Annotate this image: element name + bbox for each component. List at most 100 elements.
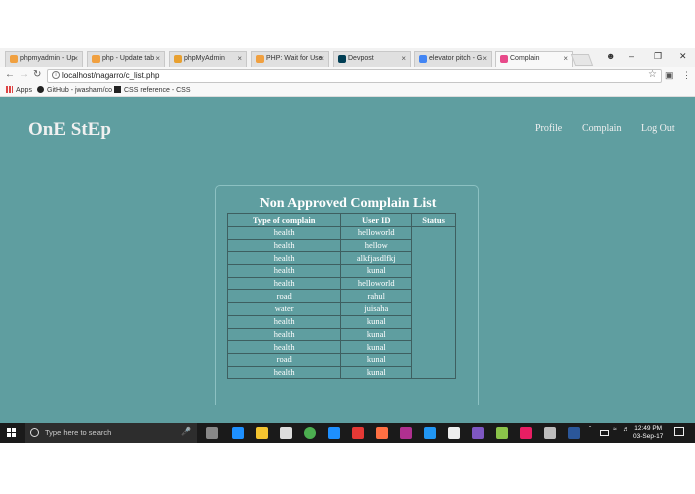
close-tab-icon[interactable]: × [401, 52, 406, 66]
status-cell [411, 251, 456, 265]
action-center-icon[interactable] [674, 427, 684, 436]
tab-label: phpmyadmin - Up [20, 55, 76, 62]
tab-favicon-icon [338, 55, 346, 63]
app-icon[interactable] [496, 427, 508, 439]
user-id-cell: juisaha [340, 302, 412, 316]
complain-type-cell: health [226, 315, 341, 329]
user-id-cell: rahul [340, 289, 412, 304]
bookmark-github[interactable]: GitHub - jwasham/co [37, 86, 112, 94]
task-view-icon[interactable] [206, 427, 218, 439]
browser-tab[interactable]: PHP: Wait for Use × [251, 51, 329, 67]
profile-icon[interactable]: ☻ [606, 51, 615, 61]
app-icon[interactable] [352, 427, 364, 439]
complain-list-panel: Non Approved Complain List Type of compl… [215, 185, 479, 405]
table-row: health alkfjasdlfkj [226, 251, 456, 266]
visual-studio-icon[interactable] [472, 427, 484, 439]
site-brand[interactable]: OnE StEp [28, 119, 111, 141]
close-tab-icon[interactable]: × [319, 52, 324, 66]
tab-label: Complain [510, 55, 540, 62]
back-icon[interactable]: ← [5, 69, 15, 81]
nav-complain-link[interactable]: Complain [582, 123, 621, 134]
nav-logout-link[interactable]: Log Out [641, 123, 675, 134]
microphone-icon[interactable]: 🎤 [181, 427, 191, 436]
bookmark-star-icon[interactable]: ☆ [648, 69, 657, 80]
table-row: health helloworld [226, 277, 456, 291]
status-cell [411, 264, 456, 278]
browser-tab[interactable]: php - Update tab × [87, 51, 165, 67]
windows-taskbar: Type here to search 🎤 ˆ ≈ ♬ 12:49 PM 03-… [0, 423, 695, 443]
complain-type-cell: water [226, 302, 341, 316]
table-row: health kunal [226, 328, 456, 342]
status-cell [411, 353, 456, 367]
forward-icon[interactable]: → [19, 69, 29, 81]
table-row: health kunal [226, 340, 456, 354]
user-id-cell: kunal [340, 366, 412, 379]
complain-type-cell: health [226, 328, 341, 342]
table-row: road kunal [226, 353, 456, 367]
close-tab-icon[interactable]: × [563, 52, 568, 66]
status-cell [411, 277, 456, 290]
close-tab-icon[interactable]: × [155, 52, 160, 66]
tab-favicon-icon [174, 55, 182, 63]
app-icon[interactable] [520, 427, 532, 439]
browser-toolbar: ← → ↻ i localhost/nagarro/c_list.php ☆ ▣… [0, 67, 695, 84]
minimize-icon[interactable]: – [629, 51, 634, 61]
table-row: health hellow [226, 239, 456, 253]
browser-tab[interactable]: elevator pitch - G × [414, 51, 492, 67]
mail-icon[interactable] [448, 427, 460, 439]
clock-date: 03-Sep-17 [633, 433, 664, 440]
tab-label: elevator pitch - G [429, 55, 483, 62]
app-icon[interactable] [544, 427, 556, 439]
nav-profile-link[interactable]: Profile [535, 123, 562, 134]
tab-favicon-icon [10, 55, 18, 63]
user-id-cell: alkfjasdlfkj [340, 251, 412, 266]
site-info-icon[interactable]: i [52, 71, 60, 79]
wifi-icon[interactable]: ≈ [613, 426, 617, 433]
search-placeholder: Type here to search [45, 428, 112, 437]
media-player-icon[interactable] [328, 427, 340, 439]
chrome-icon[interactable] [304, 427, 316, 439]
app-icon[interactable] [376, 427, 388, 439]
close-window-icon[interactable]: ✕ [679, 51, 687, 62]
file-explorer-icon[interactable] [256, 427, 268, 439]
panel-title: Non Approved Complain List [259, 196, 437, 211]
restore-icon[interactable]: ❐ [654, 51, 662, 62]
tab-label: php - Update tab [102, 55, 155, 62]
system-clock[interactable]: 12:49 PM 03-Sep-17 [633, 425, 663, 441]
cortana-icon [30, 428, 39, 437]
app-icon[interactable] [424, 427, 436, 439]
tray-chevron-icon[interactable]: ˆ [589, 426, 591, 433]
battery-icon[interactable] [600, 430, 609, 436]
url-text: localhost/nagarro/c_list.php [62, 71, 160, 80]
close-tab-icon[interactable]: × [73, 52, 78, 66]
phpstorm-icon[interactable] [400, 427, 412, 439]
address-bar[interactable]: i localhost/nagarro/c_list.php ☆ [47, 69, 662, 83]
new-tab-button[interactable] [570, 54, 594, 66]
close-tab-icon[interactable]: × [237, 52, 242, 66]
page-content: OnE StEp Profile Complain Log Out Non Ap… [0, 97, 695, 423]
status-cell [411, 340, 456, 354]
table-row: health kunal [226, 315, 456, 329]
extension-icon[interactable]: ▣ [665, 70, 674, 81]
browser-tab[interactable]: phpmyadmin - Up × [5, 51, 83, 67]
close-tab-icon[interactable]: × [482, 52, 487, 66]
user-id-cell: kunal [340, 328, 412, 342]
bookmark-css-reference[interactable]: CSS reference - CSS [114, 86, 191, 94]
tab-favicon-icon [419, 55, 427, 63]
windows-start-icon[interactable] [7, 428, 17, 438]
user-id-cell: kunal [340, 340, 412, 354]
bookmark-apps[interactable]: Apps [6, 86, 32, 94]
edge-icon[interactable] [232, 427, 244, 439]
taskbar-search-box[interactable]: Type here to search 🎤 [25, 423, 197, 443]
complain-table: Type of complain User ID Status health he… [226, 213, 456, 380]
reload-icon[interactable]: ↻ [33, 69, 41, 81]
browser-tab[interactable]: Devpost × [333, 51, 411, 67]
github-icon [37, 86, 44, 93]
store-icon[interactable] [280, 427, 292, 439]
menu-icon[interactable]: ⋮ [682, 70, 691, 81]
word-icon[interactable] [568, 427, 580, 439]
volume-icon[interactable]: ♬ [623, 426, 630, 433]
column-header-type: Type of complain [226, 213, 342, 227]
browser-tab[interactable]: phpMyAdmin × [169, 51, 247, 67]
browser-tab[interactable]: Complain × [495, 51, 573, 67]
